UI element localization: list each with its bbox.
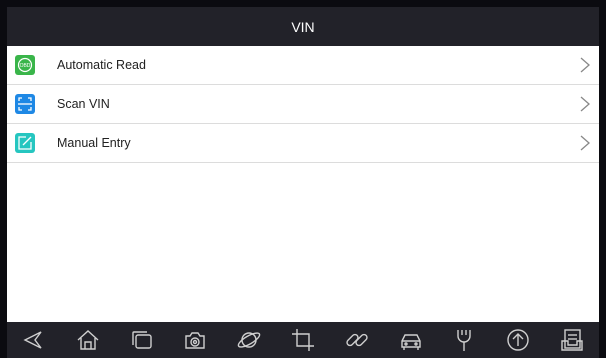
scan-vin-item[interactable]: Scan VIN	[7, 85, 599, 124]
recent-apps-icon[interactable]	[124, 324, 160, 356]
report-icon[interactable]	[554, 324, 590, 356]
obd-icon: OBD	[15, 55, 35, 75]
vin-screen: VIN OBD Automatic Read Scan VIN Manual E…	[7, 7, 599, 358]
link-icon[interactable]	[339, 324, 375, 356]
page-title: VIN	[291, 18, 315, 35]
svg-text:OBD: OBD	[20, 63, 31, 69]
title-bar: VIN	[7, 7, 599, 46]
chevron-right-icon	[580, 96, 590, 112]
chevron-right-icon	[580, 57, 590, 73]
bottom-nav-bar	[7, 322, 599, 358]
wrench-icon[interactable]	[446, 324, 482, 356]
chevron-right-icon	[580, 135, 590, 151]
crop-icon[interactable]	[285, 324, 321, 356]
vin-options-list: OBD Automatic Read Scan VIN Manual Entry	[7, 46, 599, 163]
scan-icon	[15, 94, 35, 114]
manual-entry-item[interactable]: Manual Entry	[7, 124, 599, 163]
car-icon[interactable]	[393, 324, 429, 356]
automatic-read-label: Automatic Read	[57, 58, 146, 72]
scan-vin-label: Scan VIN	[57, 97, 110, 111]
back-icon[interactable]	[16, 324, 52, 356]
edit-icon	[15, 133, 35, 153]
home-icon[interactable]	[70, 324, 106, 356]
automatic-read-item[interactable]: OBD Automatic Read	[7, 46, 599, 85]
browser-icon[interactable]	[231, 324, 267, 356]
manual-entry-label: Manual Entry	[57, 136, 131, 150]
camera-icon[interactable]	[177, 324, 213, 356]
upload-icon[interactable]	[500, 324, 536, 356]
